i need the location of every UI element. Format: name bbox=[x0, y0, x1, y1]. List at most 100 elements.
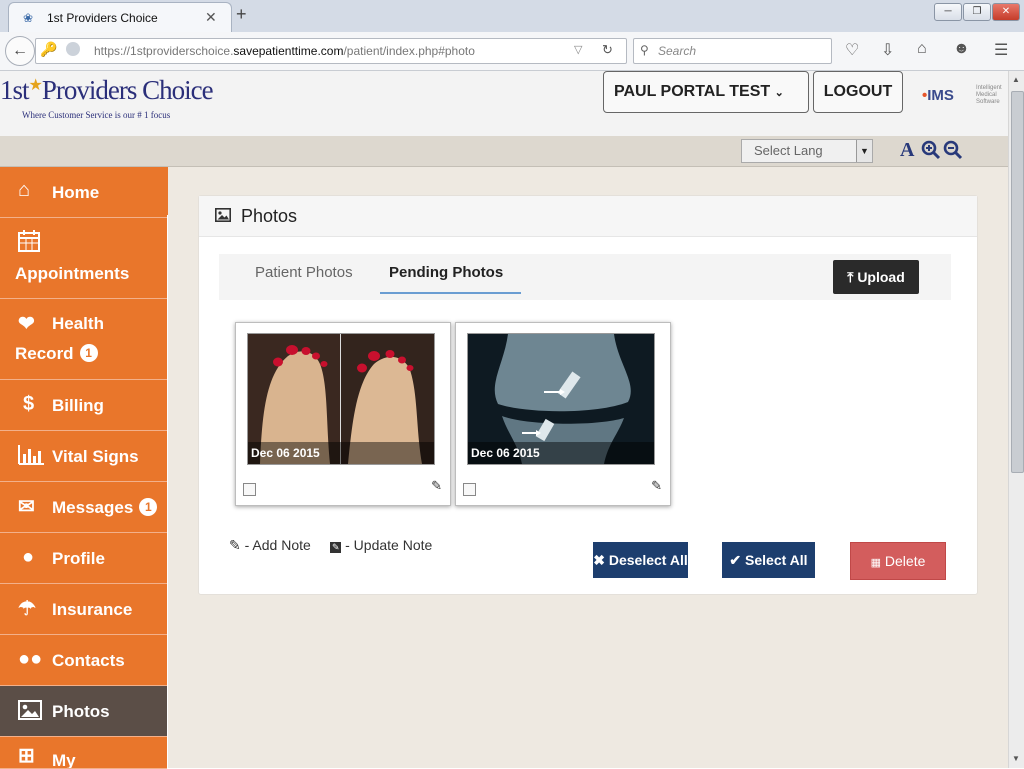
logout-button[interactable]: LOGOUT bbox=[813, 71, 903, 113]
sidebar-item-label: Appointments bbox=[15, 264, 130, 283]
select-all-button[interactable]: ✔ Select All bbox=[722, 542, 815, 578]
menu-icon[interactable]: ☰ bbox=[994, 40, 1008, 60]
download-icon[interactable]: ⇩ bbox=[881, 40, 894, 60]
scroll-down-icon[interactable]: ▼ bbox=[1012, 754, 1020, 763]
check-icon: ✔ bbox=[729, 552, 742, 568]
add-note-legend: - Add Note bbox=[244, 537, 311, 553]
url-bar[interactable]: 🔑 https://1stproviderschoice.savepatient… bbox=[35, 38, 627, 64]
photo-card[interactable]: Dec 06 2015 ✎ bbox=[235, 322, 451, 506]
logo-tagline: Where Customer Service is our # 1 focus bbox=[22, 110, 171, 120]
photo-date: Dec 06 2015 bbox=[248, 442, 434, 464]
edit-note-icon[interactable]: ✎ bbox=[651, 478, 662, 494]
sidebar-item-label: Home bbox=[52, 183, 100, 202]
edit-note-icon[interactable]: ✎ bbox=[431, 478, 442, 494]
sidebar-item-label: Health bbox=[52, 314, 104, 333]
scroll-up-icon[interactable]: ▲ bbox=[1012, 75, 1020, 84]
tab-patient-photos[interactable]: Patient Photos bbox=[255, 264, 353, 281]
deselect-all-button[interactable]: ✖ Deselect All bbox=[593, 542, 688, 578]
back-button[interactable]: ← bbox=[5, 36, 35, 66]
site-logo[interactable]: 1st★Providers Choice bbox=[0, 75, 214, 106]
sidebar-item-label: Profile bbox=[52, 549, 105, 568]
sidebar-item-label: Photos bbox=[52, 702, 110, 721]
note-legend: ✎ - Add Note ✎ - Update Note bbox=[229, 537, 432, 554]
photo-card[interactable]: Dec 06 2015 ✎ bbox=[455, 322, 671, 506]
sidebar-item-label: Contacts bbox=[52, 651, 125, 670]
sidebar-item-label: Messages 1 bbox=[52, 498, 158, 518]
browser-tab-title: 1st Providers Choice bbox=[47, 11, 158, 25]
page-scrollbar[interactable]: ▲ ▼ bbox=[1008, 71, 1024, 768]
ims-tagline: Intelligent Medical Software bbox=[976, 85, 1002, 105]
pocket-icon[interactable]: ♡ bbox=[845, 40, 859, 60]
ims-logo: •IMS bbox=[922, 87, 954, 104]
chat-icon[interactable]: ☻ bbox=[953, 40, 970, 58]
photo-thumbnail-feet[interactable]: Dec 06 2015 bbox=[247, 333, 435, 465]
notification-badge: 1 bbox=[79, 344, 98, 362]
new-tab-button[interactable]: + bbox=[236, 4, 247, 25]
sidebar-item-vital-signs[interactable]: Vital Signs bbox=[0, 431, 167, 482]
scroll-thumb[interactable] bbox=[1011, 91, 1024, 473]
sidebar-item-home[interactable]: ⌂ Home bbox=[0, 167, 167, 218]
trash-icon: ▦ bbox=[870, 557, 882, 569]
browser-search-bar[interactable]: ⚲ Search bbox=[633, 38, 832, 64]
zoom-out-icon[interactable] bbox=[943, 140, 963, 160]
main-content: Photos Patient Photos Pending Photos ⤒ U… bbox=[168, 167, 1008, 768]
reload-icon[interactable]: ↻ bbox=[602, 42, 613, 58]
update-note-legend: - Update Note bbox=[345, 537, 433, 553]
panel-header: Photos bbox=[199, 196, 977, 237]
browser-tab[interactable]: ❀ 1st Providers Choice ✕ bbox=[8, 2, 232, 33]
search-icon: ⚲ bbox=[640, 43, 649, 57]
sidebar-item-contacts[interactable]: ●● Contacts bbox=[0, 635, 167, 686]
tab-pending-photos[interactable]: Pending Photos bbox=[389, 264, 503, 281]
dropdown-arrow-icon: ▼ bbox=[856, 140, 872, 162]
active-tab-indicator bbox=[380, 292, 521, 294]
sidebar-item-label-line2: Record 1 bbox=[15, 344, 98, 364]
browser-nav-bar: ← 🔑 https://1stproviderschoice.savepatie… bbox=[0, 32, 1024, 71]
upload-button[interactable]: ⤒ Upload bbox=[833, 260, 919, 294]
user-icon: ● bbox=[22, 546, 35, 568]
window-restore-button[interactable]: ❐ bbox=[963, 3, 991, 21]
photo-select-checkbox[interactable] bbox=[463, 483, 476, 496]
umbrella-icon: ☂ bbox=[18, 598, 36, 620]
window-minimize-button[interactable]: ─ bbox=[934, 3, 962, 21]
url-text: https://1stproviderschoice.savepatientti… bbox=[94, 44, 475, 58]
site-header: 1st★Providers Choice Where Customer Serv… bbox=[0, 71, 1008, 136]
sidebar-item-profile[interactable]: ● Profile bbox=[0, 533, 167, 584]
tab-close-icon[interactable]: ✕ bbox=[205, 9, 217, 26]
home-browser-icon[interactable]: ⌂ bbox=[917, 40, 927, 58]
dollar-icon: $ bbox=[23, 393, 35, 415]
heartbeat-icon: ❤ bbox=[18, 313, 35, 335]
globe-icon bbox=[66, 42, 80, 56]
language-select[interactable]: Select Lang ▼ bbox=[741, 139, 873, 163]
delete-button[interactable]: ▦ Delete bbox=[850, 542, 946, 580]
sidebar: ⌂ Home Appointments ❤ Health Record 1 $ B… bbox=[0, 167, 167, 769]
bar-chart-icon bbox=[18, 445, 44, 465]
notification-badge: 1 bbox=[139, 498, 158, 516]
site-favicon-icon: ❀ bbox=[23, 11, 34, 25]
sidebar-item-billing[interactable]: $ Billing bbox=[0, 380, 167, 431]
image-icon bbox=[18, 700, 42, 720]
photos-panel: Photos Patient Photos Pending Photos ⤒ U… bbox=[198, 195, 978, 595]
site-identity-icon[interactable]: 🔑 bbox=[40, 41, 57, 58]
url-history-dropdown-icon[interactable]: ▽ bbox=[574, 43, 582, 56]
photo-select-checkbox[interactable] bbox=[243, 483, 256, 496]
sidebar-item-label: Vital Signs bbox=[52, 447, 139, 466]
chevron-down-icon: ⌄ bbox=[774, 87, 784, 99]
user-menu-button[interactable]: PAUL PORTAL TEST ⌄ bbox=[603, 71, 809, 113]
browser-tab-bar: ❀ 1st Providers Choice ✕ + ─ ❐ ✕ bbox=[0, 0, 1024, 33]
upload-icon: ⤒ bbox=[847, 269, 854, 285]
sidebar-item-messages[interactable]: ✉ Messages 1 bbox=[0, 482, 167, 533]
sidebar-item-my[interactable]: ⊞ My bbox=[0, 737, 167, 769]
add-note-icon: ✎ bbox=[229, 537, 241, 553]
window-close-button[interactable]: ✕ bbox=[992, 3, 1020, 21]
update-note-icon: ✎ bbox=[330, 542, 342, 553]
zoom-in-icon[interactable] bbox=[921, 140, 941, 160]
sidebar-item-health-record[interactable]: ❤ Health Record 1 bbox=[0, 299, 167, 380]
sidebar-item-insurance[interactable]: ☂ Insurance bbox=[0, 584, 167, 635]
language-bar: Select Lang ▼ A bbox=[0, 136, 1008, 167]
font-reset-icon[interactable]: A bbox=[900, 139, 914, 162]
sidebar-item-photos[interactable]: Photos bbox=[0, 686, 167, 737]
sidebar-item-appointments[interactable]: Appointments bbox=[0, 218, 167, 299]
page-title: Photos bbox=[241, 206, 298, 226]
photo-thumbnail-xray[interactable]: Dec 06 2015 bbox=[467, 333, 655, 465]
search-placeholder: Search bbox=[658, 44, 697, 58]
